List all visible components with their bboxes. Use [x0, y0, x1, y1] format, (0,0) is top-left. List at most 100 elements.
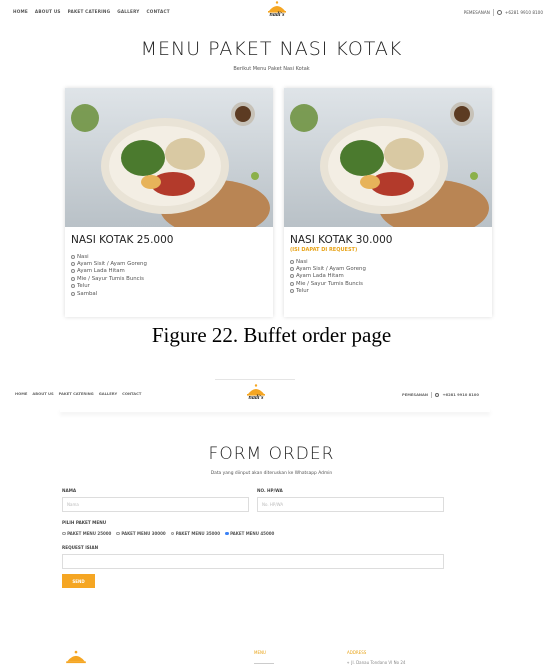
nav-divider [430, 392, 432, 398]
phone-placeholder: No. HP/WA [262, 502, 284, 507]
figure-caption: Figure 22. Buffet order page [151, 323, 392, 347]
nav-order-link[interactable]: PEMESANAN [402, 393, 428, 397]
food-bowl-image [65, 88, 273, 227]
radio-paket-30000[interactable]: PAKET MENU 30000 [116, 531, 166, 536]
check-circle-icon [290, 281, 294, 286]
nav-order-link[interactable]: PEMESANAN [464, 10, 490, 15]
item-label: Mie / Sayur Tumis Buncis [296, 280, 363, 287]
nav-contact[interactable]: CONTACT [122, 392, 141, 396]
request-label: REQUEST ISIAN [62, 545, 99, 550]
list-item: Mie / Sayur Tumis Buncis [71, 275, 273, 282]
item-label: Telur [77, 283, 90, 290]
check-circle-icon [71, 284, 75, 289]
item-label: Ayam Sisit / Ayam Goreng [77, 261, 147, 268]
form-nav-links: HOME ABOUT US PAKET CATERING GALLERY CON… [15, 392, 141, 396]
item-label: Nasi [296, 258, 308, 265]
radio-paket-25000[interactable]: PAKET MENU 25000 [62, 531, 111, 536]
brand-name: nadi's [269, 12, 285, 18]
list-item: Nasi [71, 253, 273, 260]
radio-paket-45000[interactable]: PAKET MENU 45000 [224, 531, 275, 536]
menu-subtitle: Berikut Menu Paket Nasi Kotak [233, 66, 310, 72]
nav-links: HOME ABOUT US PAKET CATERING GALLERY CON… [13, 9, 170, 14]
footer-address-line: Jl. Danau Tondano VI No 24 [351, 660, 406, 665]
location-pin-icon: ⌖ [347, 660, 350, 665]
form-subtitle: Data yang diinput akan diteruskan ke Wha… [210, 471, 333, 476]
request-input[interactable] [62, 554, 444, 569]
radio-paket-35000[interactable]: PAKET MENU 35000 [170, 531, 220, 536]
check-circle-icon [290, 267, 294, 272]
card-title: NASI KOTAK 30.000 [290, 234, 393, 246]
list-item: Ayam Sisit / Ayam Goreng [71, 260, 273, 267]
menu-card-30000: NASI KOTAK 30.000 (ISI DAPAT DI REQUEST)… [284, 88, 492, 317]
food-photo [284, 88, 492, 227]
brand-name: nadi's [248, 395, 264, 401]
package-label: PILIH PAKET MENU [62, 520, 107, 525]
menu-card-25000: NASI KOTAK 25.000 Nasi Ayam Sisit / Ayam… [65, 88, 273, 317]
food-photo [65, 88, 273, 227]
check-circle-icon [290, 259, 294, 264]
menu-title: MENU PAKET NASI KOTAK [140, 38, 403, 60]
phone-label: NO. HP/WA [257, 488, 283, 493]
nav-right: PEMESANAN +6281 9910 8100 [464, 9, 543, 16]
item-label: Sambal [77, 290, 98, 297]
footer-menu-link[interactable] [254, 663, 274, 664]
nav-home[interactable]: HOME [13, 9, 28, 14]
radio-label: PAKET MENU 25000 [67, 531, 112, 536]
radio-label: PAKET MENU 30000 [121, 531, 166, 536]
nav-gallery[interactable]: GALLERY [117, 9, 139, 14]
nav-about-us[interactable]: ABOUT US [32, 392, 53, 396]
name-input[interactable]: Nama [62, 497, 249, 512]
radio-circle-icon [170, 531, 175, 536]
list-item: Sambal [71, 290, 273, 297]
nav-divider [492, 9, 494, 16]
nav-about-us[interactable]: ABOUT US [35, 9, 61, 14]
nav-contact[interactable]: CONTACT [147, 9, 170, 14]
check-circle-icon [71, 262, 75, 267]
check-circle-icon [71, 276, 75, 281]
send-button[interactable]: SEND [62, 574, 95, 588]
list-item: Ayam Lada Hitam [71, 268, 273, 275]
nav-underline [215, 379, 295, 380]
list-item: Telur [71, 283, 273, 290]
whatsapp-icon [434, 392, 440, 398]
item-label: Ayam Sisit / Ayam Goreng [296, 266, 366, 273]
item-label: Nasi [77, 253, 89, 260]
check-circle-icon [71, 269, 75, 274]
whatsapp-icon [496, 10, 502, 15]
radio-circle-icon [62, 531, 66, 536]
card-items: Nasi Ayam Sisit / Ayam Goreng Ayam Lada … [290, 258, 492, 295]
radio-label: PAKET MENU 35000 [175, 531, 220, 536]
item-label: Ayam Lada Hitam [77, 268, 125, 275]
check-circle-icon [71, 291, 75, 296]
nav-paket-catering[interactable]: PAKET CATERING [68, 9, 111, 14]
nav-phone[interactable]: +6281 9910 8100 [505, 10, 543, 15]
nav-home[interactable]: HOME [15, 392, 27, 396]
radio-selected-icon [224, 531, 229, 536]
brand-logo[interactable]: nadi's [245, 383, 267, 403]
footer-logo[interactable] [64, 648, 88, 671]
nav-gallery[interactable]: GALLERY [99, 392, 117, 396]
check-circle-icon [290, 289, 294, 294]
nav-paket-catering[interactable]: PAKET CATERING [59, 392, 94, 396]
card-items: Nasi Ayam Sisit / Ayam Goreng Ayam Lada … [71, 253, 273, 297]
cloche-icon [66, 650, 86, 664]
item-label: Telur [296, 288, 309, 295]
check-circle-icon [71, 254, 75, 259]
footer-menu-heading: MENU [254, 650, 266, 655]
footer-address: ⌖ Jl. Danau Tondano VI No 24 [347, 660, 405, 665]
brand-logo[interactable]: nadi's [266, 0, 288, 20]
phone-input[interactable]: No. HP/WA [257, 497, 444, 512]
card-note: (ISI DAPAT DI REQUEST) [290, 247, 358, 253]
list-item: Ayam Lada Hitam [290, 273, 492, 280]
radio-label: PAKET MENU 45000 [230, 531, 275, 536]
name-label: NAMA [62, 488, 77, 493]
list-item: Nasi [290, 258, 492, 265]
nav-phone[interactable]: +6281 9910 8100 [442, 393, 478, 397]
food-bowl-image [284, 88, 492, 227]
list-item: Ayam Sisit / Ayam Goreng [290, 265, 492, 272]
check-circle-icon [290, 274, 294, 279]
navbar-shadow [60, 408, 490, 412]
list-item: Telur [290, 288, 492, 295]
form-title: FORM ORDER [208, 444, 335, 464]
list-item: Mie / Sayur Tumis Buncis [290, 280, 492, 287]
